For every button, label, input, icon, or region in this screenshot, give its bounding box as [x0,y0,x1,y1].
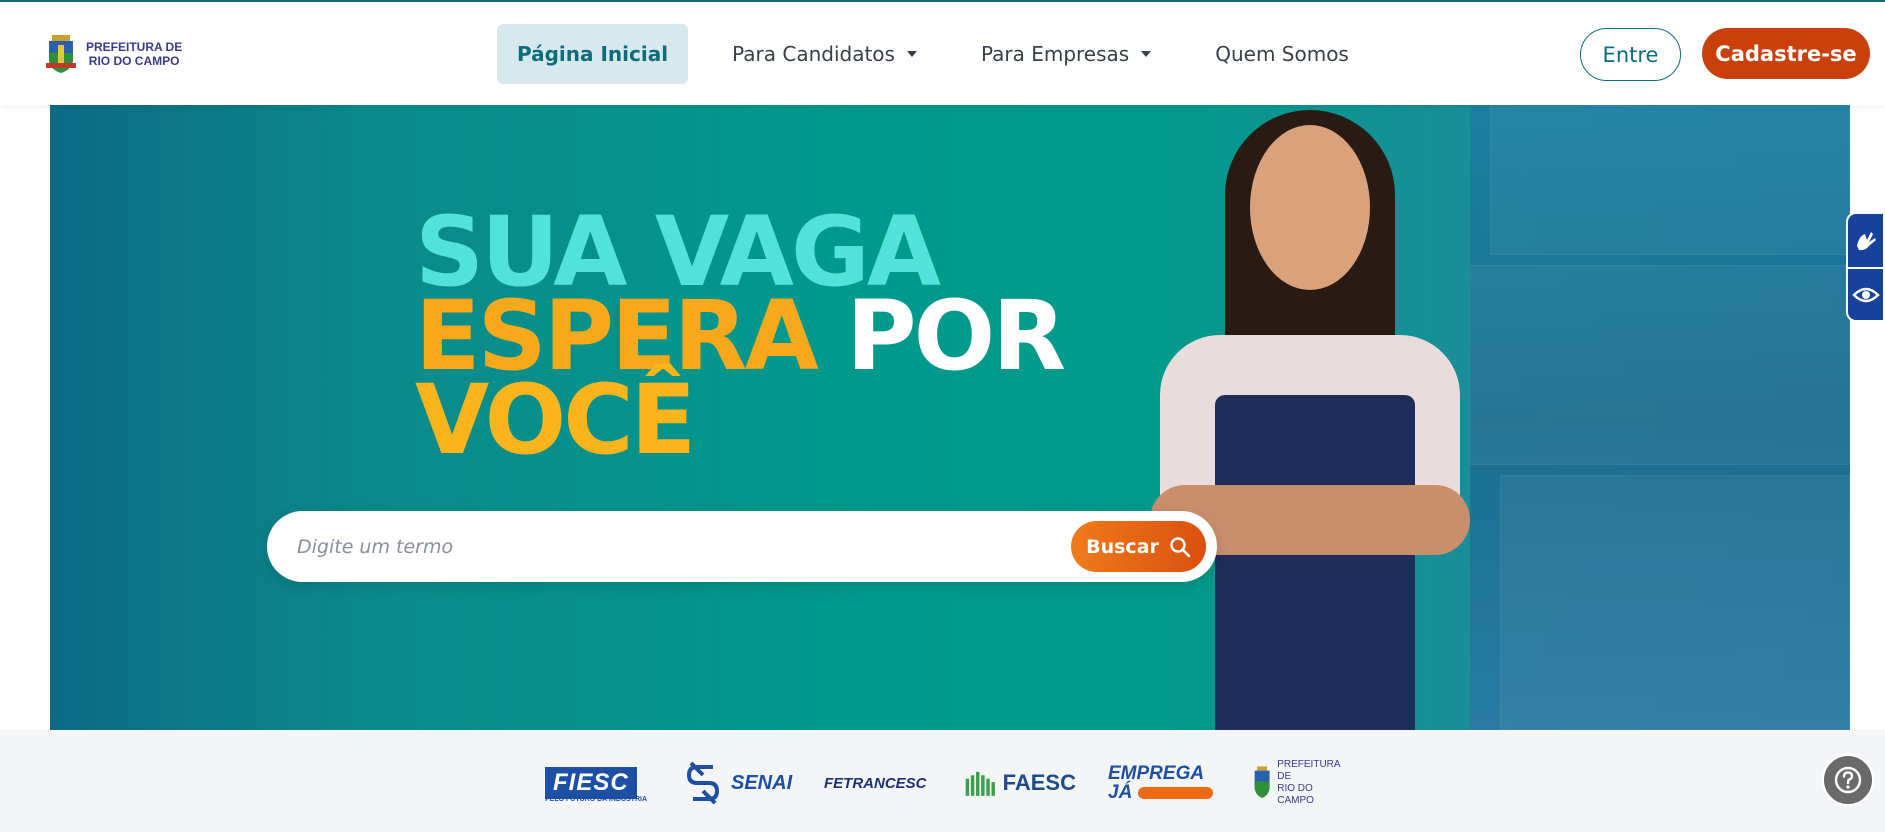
partner-fiesc[interactable]: FIESC PELO FUTURO DA INDÚSTRIA [545,760,655,806]
caret-down-icon [1141,51,1152,57]
emprega-line1: EMPREGA [1108,763,1205,784]
login-button[interactable]: Entre [1580,28,1681,81]
nav-label: Para Empresas [980,42,1130,66]
hero-photo-collage [1470,105,1850,730]
partners-bar: FIESC PELO FUTURO DA INDÚSTRIA SENAI FET… [0,730,1885,832]
nav-pagina-inicial[interactable]: Página Inicial [497,24,689,84]
search-icon [1170,536,1191,557]
partner-faesc[interactable]: FAESC [964,760,1076,806]
senai-logo-text: SENAI [731,771,793,794]
search-button-label: Buscar [1086,535,1159,558]
job-search-bar: Buscar [267,511,1217,582]
pref-line1: PREFEITURA DE [1277,759,1341,782]
fetrancesc-logo-text: FETRANCESC [824,774,927,792]
sign-language-hands-icon[interactable] [1848,214,1883,267]
hero-woman-image [1130,105,1470,730]
fiesc-logo-text: FIESC [545,767,637,799]
crest-icon [44,33,78,75]
signup-button[interactable]: Cadastre-se [1702,28,1870,79]
faesc-leaf-icon [965,771,995,796]
eye-icon[interactable] [1848,267,1883,320]
crest-icon [1254,766,1270,798]
search-button[interactable]: Buscar [1071,521,1206,572]
question-mark-icon [1834,766,1862,794]
site-header: PREFEITURA DE RIO DO CAMPO Página Inicia… [0,2,1885,105]
partner-prefeitura[interactable]: PREFEITURA DE RIO DO CAMPO [1253,759,1343,806]
prefeitura-logo[interactable]: PREFEITURA DE RIO DO CAMPO [44,32,182,76]
hero-banner: SUA VAGA ESPERA POR VOCÊ Buscar [50,105,1850,730]
faesc-logo-text: FAESC [1002,770,1076,795]
emprega-search-bar-icon [1138,786,1214,799]
fiesc-tagline: PELO FUTURO DA INDÚSTRIA [545,796,648,803]
caret-down-icon [906,51,917,57]
senai-s-icon [686,761,720,805]
hero-headline: SUA VAGA ESPERA POR VOCÊ [415,204,1066,468]
nav-label: Página Inicial [517,42,669,66]
logo-text: PREFEITURA DE RIO DO CAMPO [86,40,182,68]
accessibility-panel [1846,212,1885,322]
help-button[interactable] [1822,754,1874,806]
partner-fetrancesc[interactable]: FETRANCESC [824,760,936,806]
partner-emprega-ja[interactable]: EMPREGA JÁ [1108,760,1214,806]
partner-senai[interactable]: SENAI [683,760,798,806]
search-input[interactable] [297,527,997,567]
nav-para-empresas[interactable]: Para Empresas [961,24,1171,84]
nav-para-candidatos[interactable]: Para Candidatos [712,24,937,84]
headline-por: POR [846,280,1066,392]
logo-line2: RIO DO CAMPO [88,54,180,68]
nav-quem-somos[interactable]: Quem Somos [1195,24,1369,84]
logo-line1: PREFEITURA DE [86,40,183,54]
nav-label: Para Candidatos [732,42,895,66]
main-nav: Página Inicial Para Candidatos Para Empr… [497,24,1393,84]
pref-line2: RIO DO CAMPO [1277,783,1314,806]
emprega-line2: JÁ [1108,782,1133,803]
nav-label: Quem Somos [1215,42,1349,66]
